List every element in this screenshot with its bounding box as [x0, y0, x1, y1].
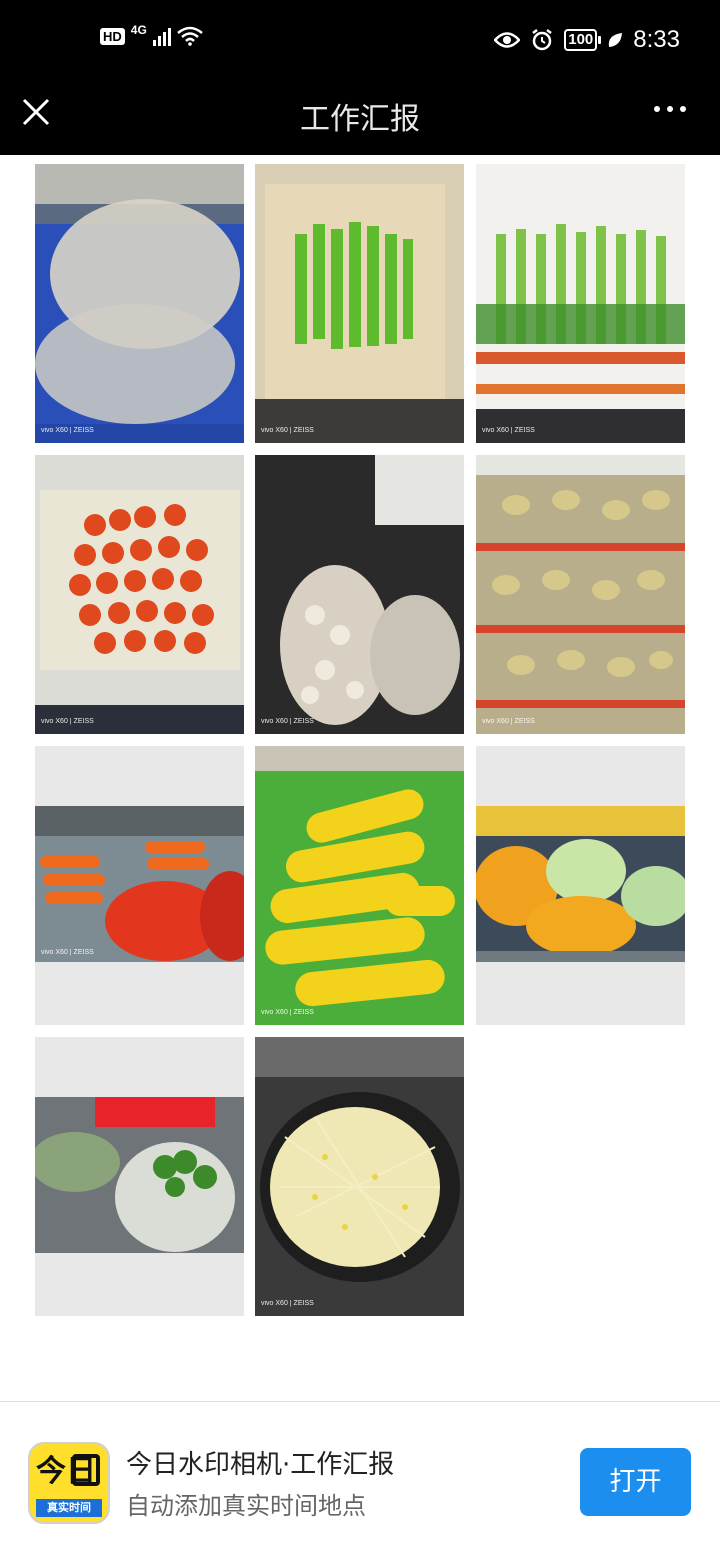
photo-tomatoes[interactable]: vivo X60 | ZEISS — [35, 455, 244, 734]
more-icon[interactable] — [654, 106, 686, 112]
photo-watermark: vivo X60 | ZEISS — [261, 1300, 314, 1307]
photo-carrots[interactable]: vivo X60 | ZEISS — [35, 746, 244, 1025]
clock: 8:33 — [633, 26, 680, 53]
photo-greens[interactable] — [35, 1037, 244, 1316]
battery-icon: 100 — [564, 29, 602, 51]
network-type: 4G — [130, 23, 147, 37]
photo-sacks[interactable] — [476, 746, 685, 1025]
photo-watermark: vivo X60 | ZEISS — [41, 718, 94, 725]
photo-celery[interactable]: vivo X60 | ZEISS — [476, 164, 685, 443]
eye-icon — [494, 32, 521, 48]
app-description: 自动添加真实时间地点 — [126, 1492, 366, 1520]
photo-watermark: vivo X60 | ZEISS — [261, 718, 314, 725]
nav-bar: 工作汇报 — [0, 82, 720, 155]
photo-watermark: vivo X60 | ZEISS — [261, 1009, 314, 1016]
photo-watermark: vivo X60 | ZEISS — [482, 718, 535, 725]
app-name: 今日水印相机·工作汇报 — [126, 1450, 395, 1480]
page-title: 工作汇报 — [300, 102, 420, 137]
wifi-icon — [176, 26, 203, 46]
photo-bags[interactable]: vivo X60 | ZEISS — [35, 164, 244, 443]
camera-icon — [72, 1454, 100, 1486]
app-promo-banner: 今日 真实时间 今日水印相机·工作汇报 自动添加真实时间地点 打开 — [0, 1402, 720, 1560]
photo-watermark: vivo X60 | ZEISS — [261, 427, 314, 434]
photo-corn[interactable]: vivo X60 | ZEISS — [255, 746, 464, 1025]
app-icon[interactable]: 今日 真实时间 — [28, 1442, 110, 1524]
leaf-icon — [609, 33, 623, 47]
alarm-icon — [532, 29, 552, 51]
photo-mushrooms[interactable]: vivo X60 | ZEISS — [255, 455, 464, 734]
photo-watermark: vivo X60 | ZEISS — [482, 427, 535, 434]
hd-icon: HD — [100, 27, 125, 45]
open-button[interactable]: 打开 — [580, 1448, 691, 1516]
photo-peppers[interactable]: vivo X60 | ZEISS — [255, 164, 464, 443]
status-bar: HD 4G 100 8:33 — [0, 0, 720, 82]
photo-watermark: vivo X60 | ZEISS — [41, 427, 94, 434]
signal-icon — [152, 26, 171, 46]
photo-sprouts[interactable]: vivo X60 | ZEISS — [255, 1037, 464, 1316]
photo-potatoes[interactable]: vivo X60 | ZEISS — [476, 455, 685, 734]
photo-watermark: vivo X60 | ZEISS — [41, 949, 94, 956]
